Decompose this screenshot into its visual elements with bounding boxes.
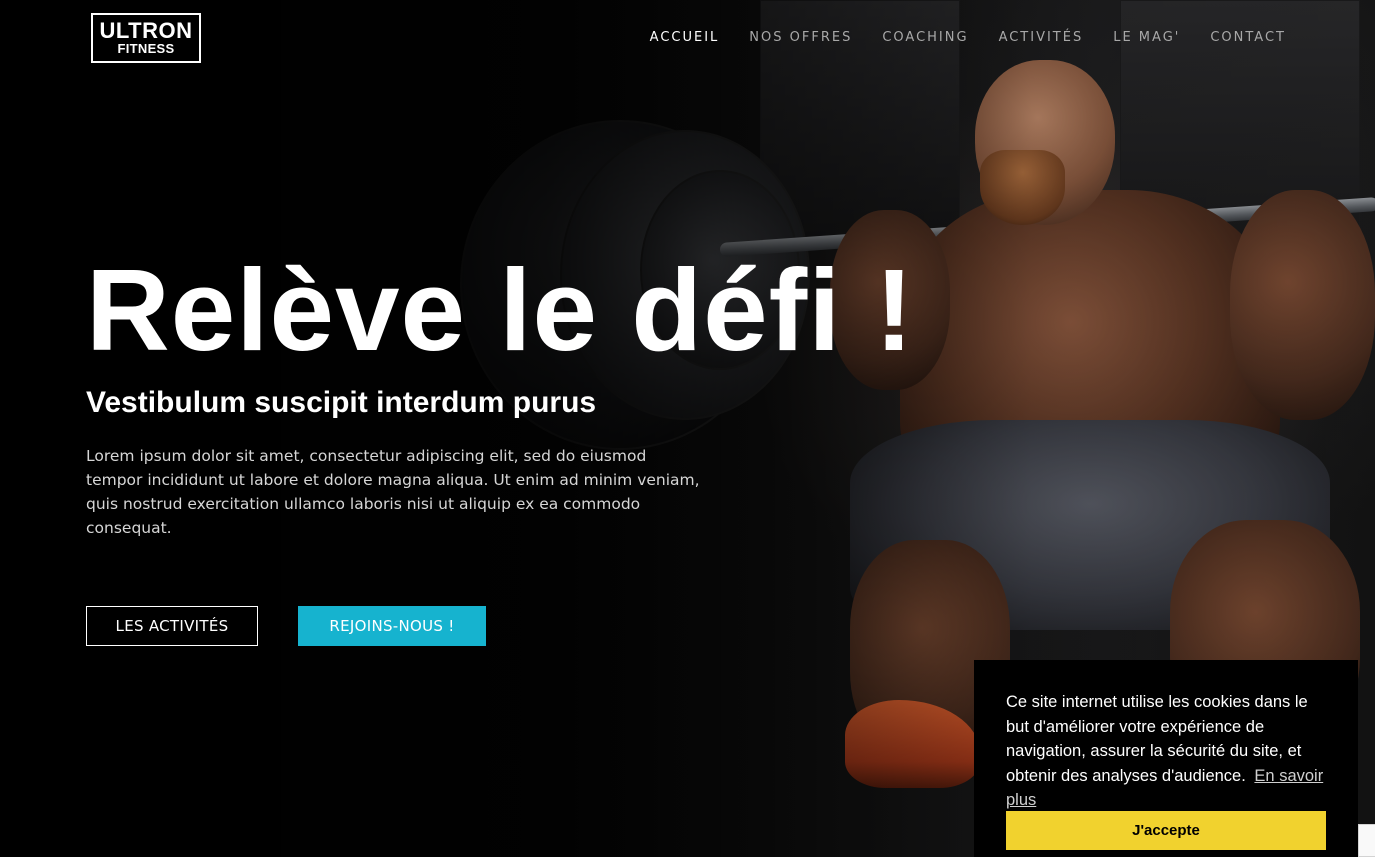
logo-text-fitness: FITNESS: [117, 41, 175, 56]
cookie-message-container: Ce site internet utilise les cookies dan…: [1006, 690, 1326, 813]
nav-item-nos-offres[interactable]: NOS OFFRES: [749, 30, 852, 45]
hero-description: Lorem ipsum dolor sit amet, consectetur …: [86, 447, 700, 537]
site-logo[interactable]: ULTRON FITNESS: [91, 13, 201, 63]
cookie-accept-button[interactable]: J'accepte: [1006, 811, 1326, 850]
nav-item-coaching[interactable]: COACHING: [882, 30, 968, 45]
nav-item-activites[interactable]: ACTIVITÉS: [999, 30, 1084, 45]
nav-item-contact[interactable]: CONTACT: [1210, 30, 1286, 45]
hero-subtitle: Vestibulum suscipit interdum purus: [86, 386, 597, 419]
activities-button[interactable]: LES ACTIVITÉS: [86, 606, 258, 646]
hero-title: Relève le défi !: [86, 245, 915, 375]
main-navigation: ACCUEIL NOS OFFRES COACHING ACTIVITÉS LE…: [650, 30, 1286, 45]
recaptcha-badge[interactable]: [1358, 824, 1375, 857]
nav-item-le-mag[interactable]: LE MAG': [1113, 30, 1180, 45]
cookie-banner: Ce site internet utilise les cookies dan…: [974, 660, 1358, 857]
logo-text-ultron: ULTRON: [99, 18, 193, 43]
join-us-button[interactable]: REJOINS-NOUS !: [298, 606, 486, 646]
nav-item-accueil[interactable]: ACCUEIL: [650, 30, 720, 45]
